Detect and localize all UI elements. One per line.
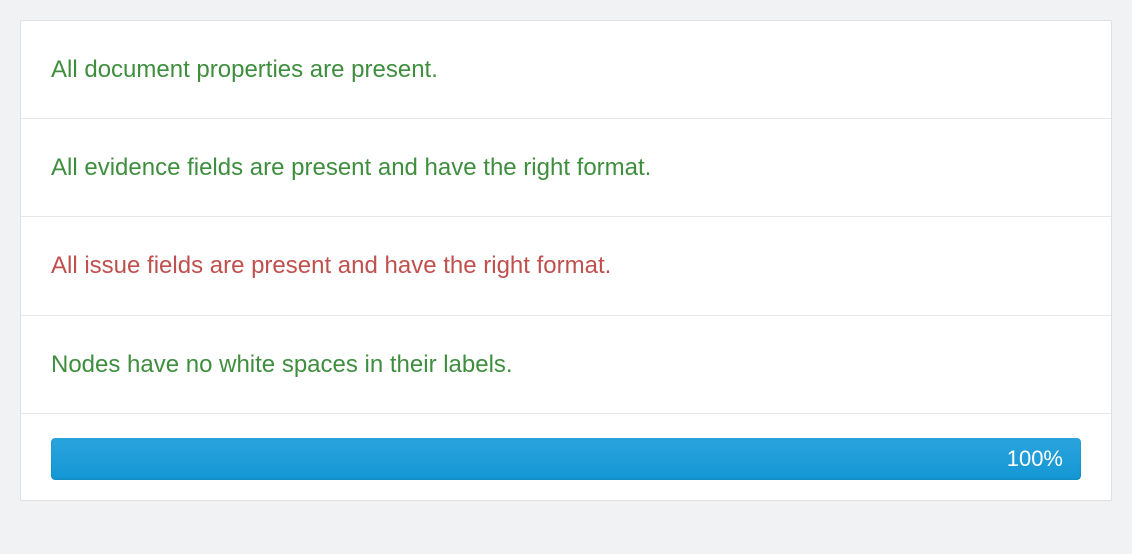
progress-label: 100%: [1007, 446, 1063, 472]
validation-item[interactable]: All document properties are present.: [21, 21, 1111, 119]
validation-item[interactable]: Nodes have no white spaces in their labe…: [21, 316, 1111, 414]
validation-item-text: All evidence fields are present and have…: [51, 154, 651, 181]
validation-item-text: Nodes have no white spaces in their labe…: [51, 351, 513, 378]
validation-item[interactable]: All issue fields are present and have th…: [21, 217, 1111, 315]
progress-section: 100%: [21, 414, 1111, 500]
progress-bar: 100%: [51, 438, 1081, 480]
validation-panel: All document properties are present. All…: [20, 20, 1112, 501]
validation-item-text: All document properties are present.: [51, 56, 438, 83]
progress-bar-fill: 100%: [51, 438, 1081, 480]
validation-item-text: All issue fields are present and have th…: [51, 252, 611, 279]
validation-item[interactable]: All evidence fields are present and have…: [21, 119, 1111, 217]
